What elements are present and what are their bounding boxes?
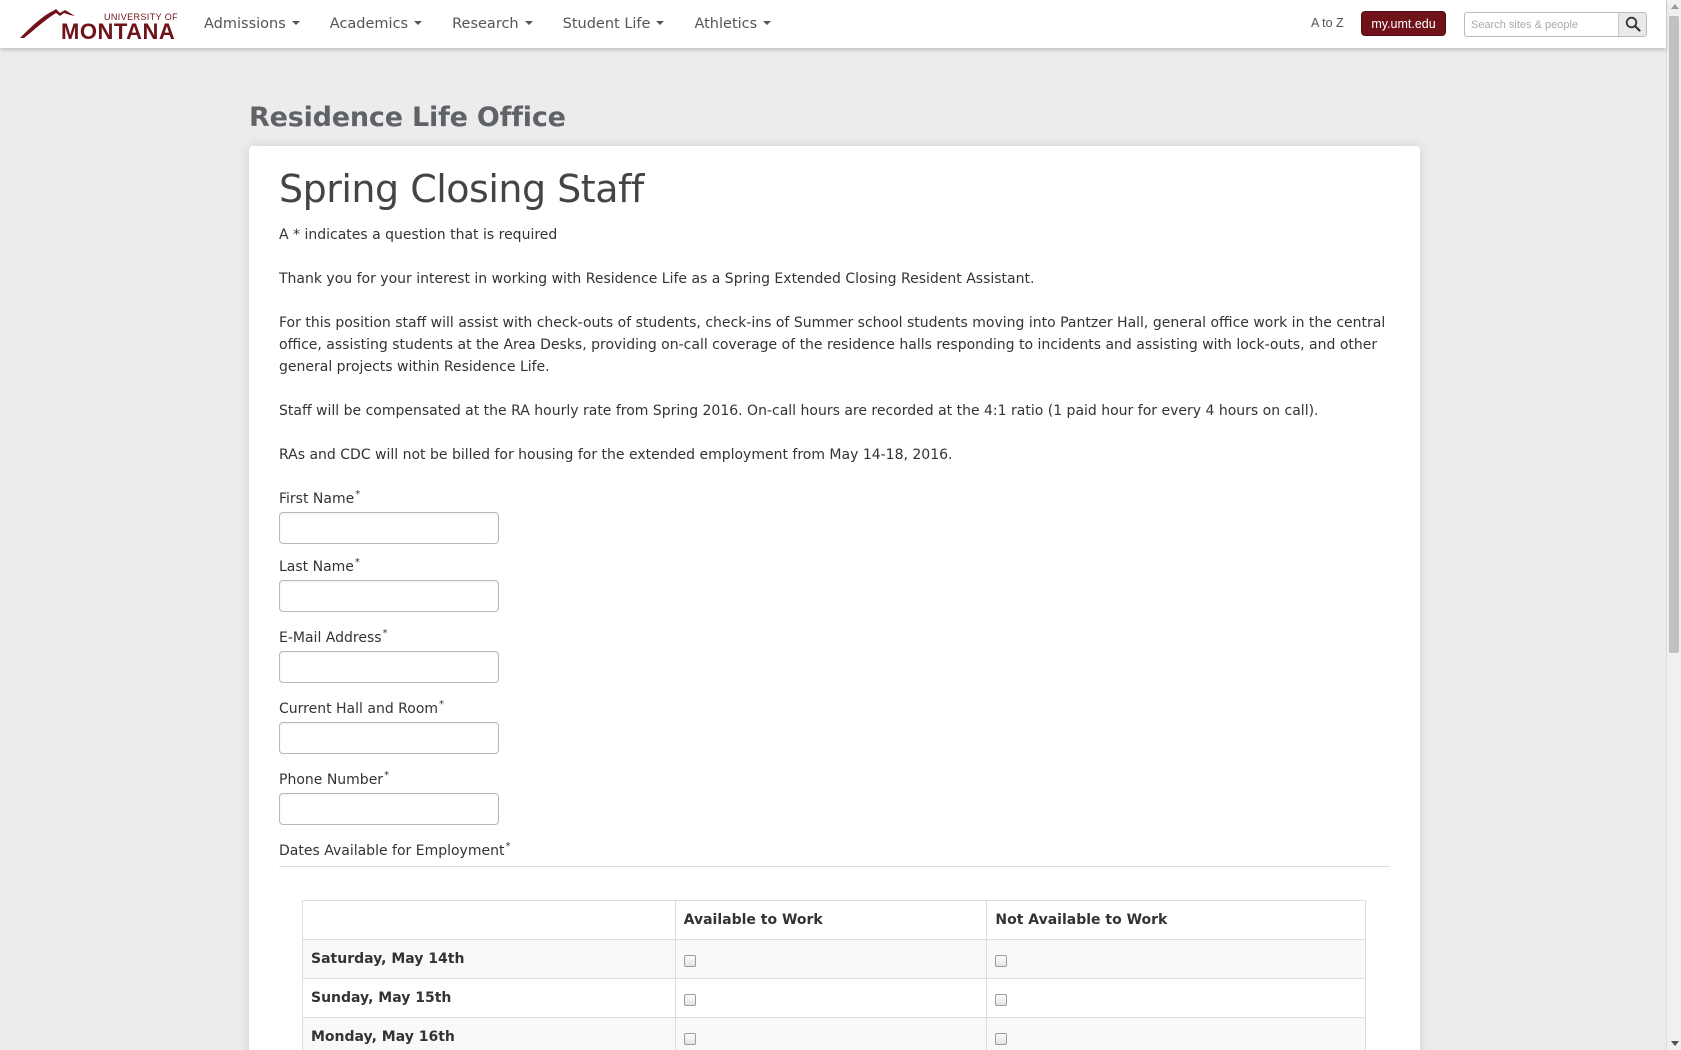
menu-academics[interactable]: Academics bbox=[315, 0, 437, 48]
hall-room-input[interactable] bbox=[279, 722, 499, 754]
menu-research[interactable]: Research bbox=[437, 0, 548, 48]
dates-available-label: Dates Available for Employment* bbox=[279, 841, 511, 859]
required-asterisk: * bbox=[384, 770, 390, 781]
available-checkbox[interactable] bbox=[683, 994, 696, 1006]
required-asterisk: * bbox=[354, 557, 360, 568]
available-checkbox[interactable] bbox=[683, 1033, 696, 1045]
first-name-input[interactable] bbox=[279, 512, 499, 544]
first-name-label: First Name* bbox=[279, 489, 361, 507]
availability-table: Available to Work Not Available to Work … bbox=[302, 900, 1366, 1050]
form-card: Spring Closing Staff A * indicates a que… bbox=[249, 146, 1420, 1050]
email-input[interactable] bbox=[279, 651, 499, 683]
intro-paragraph: Thank you for your interest in working w… bbox=[279, 271, 1035, 287]
column-header-available: Available to Work bbox=[674, 900, 988, 940]
search-button[interactable] bbox=[1618, 13, 1646, 36]
email-label: E-Mail Address* bbox=[279, 628, 388, 646]
compensation-paragraph: Staff will be compensated at the RA hour… bbox=[279, 403, 1319, 419]
caret-down-icon bbox=[656, 21, 665, 25]
required-asterisk: * bbox=[505, 841, 511, 852]
menu-admissions[interactable]: Admissions bbox=[189, 0, 315, 48]
not-available-checkbox[interactable] bbox=[995, 1033, 1008, 1045]
search-input[interactable] bbox=[1465, 13, 1618, 36]
table-row: Sunday, May 15th bbox=[302, 978, 1366, 1018]
day-label: Sunday, May 15th bbox=[302, 978, 676, 1018]
hall-room-label: Current Hall and Room* bbox=[279, 699, 445, 717]
day-label: Monday, May 16th bbox=[302, 1017, 676, 1050]
not-available-checkbox[interactable] bbox=[995, 955, 1008, 967]
caret-down-icon bbox=[524, 21, 533, 25]
search-box bbox=[1464, 12, 1647, 37]
logo-montana: MONTANA bbox=[61, 19, 176, 44]
university-logo[interactable]: UNIVERSITY OF MONTANA bbox=[20, 8, 185, 44]
required-asterisk: * bbox=[382, 628, 388, 639]
top-navbar: UNIVERSITY OF MONTANA Admissions Academi… bbox=[0, 0, 1666, 48]
required-note: A * indicates a question that is require… bbox=[279, 227, 558, 243]
main-menu: Admissions Academics Research Student Li… bbox=[204, 0, 786, 48]
housing-paragraph: RAs and CDC will not be billed for housi… bbox=[279, 447, 953, 463]
scroll-up-arrow-icon[interactable] bbox=[1671, 4, 1679, 9]
section-divider bbox=[279, 866, 1390, 867]
form-title: Spring Closing Staff bbox=[279, 167, 644, 211]
page-scrollbar[interactable] bbox=[1666, 0, 1681, 1050]
my-umt-button[interactable]: my.umt.edu bbox=[1361, 11, 1446, 36]
caret-down-icon bbox=[763, 21, 772, 25]
site-title[interactable]: Residence Life Office bbox=[249, 102, 566, 133]
available-checkbox[interactable] bbox=[683, 955, 696, 967]
menu-athletics[interactable]: Athletics bbox=[679, 0, 786, 48]
table-row: Saturday, May 14th bbox=[302, 939, 1366, 979]
required-asterisk: * bbox=[439, 699, 445, 710]
caret-down-icon bbox=[291, 21, 300, 25]
not-available-checkbox[interactable] bbox=[995, 994, 1008, 1006]
duties-paragraph: For this position staff will assist with… bbox=[279, 315, 1386, 375]
a-to-z-link[interactable]: A to Z bbox=[1311, 16, 1344, 30]
required-asterisk: * bbox=[355, 489, 361, 500]
last-name-input[interactable] bbox=[279, 580, 499, 612]
day-label: Saturday, May 14th bbox=[302, 939, 676, 979]
search-icon bbox=[1625, 16, 1641, 32]
phone-label: Phone Number* bbox=[279, 770, 390, 788]
menu-student-life[interactable]: Student Life bbox=[548, 0, 680, 48]
caret-down-icon bbox=[414, 21, 423, 25]
column-header-not-available: Not Available to Work bbox=[986, 900, 1366, 940]
last-name-label: Last Name* bbox=[279, 557, 360, 575]
scroll-down-arrow-icon[interactable] bbox=[1671, 1041, 1679, 1046]
scrollbar-thumb[interactable] bbox=[1669, 16, 1679, 653]
table-header-row: Available to Work Not Available to Work bbox=[302, 900, 1366, 940]
table-row: Monday, May 16th bbox=[302, 1017, 1366, 1050]
phone-input[interactable] bbox=[279, 793, 499, 825]
column-header-day bbox=[302, 900, 676, 940]
